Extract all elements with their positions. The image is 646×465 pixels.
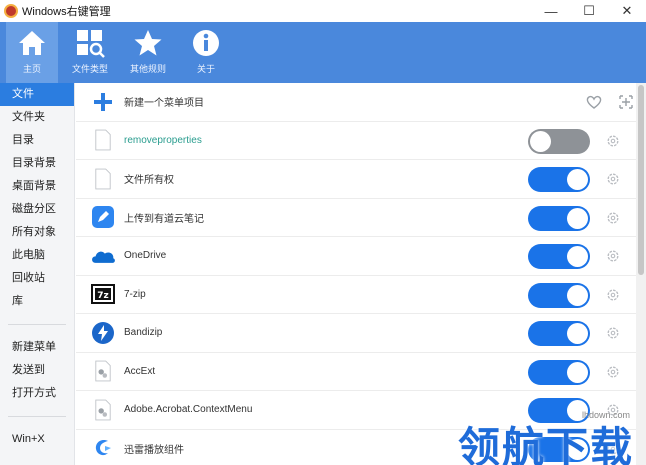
toggle-knob <box>567 207 588 229</box>
enable-toggle[interactable] <box>528 128 590 154</box>
favorite-add-icon[interactable] <box>585 93 603 111</box>
gear-icon[interactable] <box>606 326 620 340</box>
list-item-name: removeproperties <box>124 134 202 146</box>
star-icon <box>134 30 162 56</box>
close-button[interactable]: ✕ <box>608 0 646 22</box>
7zip-icon: 7z <box>90 281 116 307</box>
scrollbar-thumb[interactable] <box>638 85 644 275</box>
sidebar-item-open-with[interactable]: 打开方式 <box>0 382 74 405</box>
list-item[interactable]: Bandizip <box>76 314 636 353</box>
sidebar-item-drive[interactable]: 磁盘分区 <box>0 198 74 221</box>
maximize-button[interactable]: ☐ <box>570 0 608 22</box>
window-controls: — ☐ ✕ <box>532 0 646 22</box>
enable-toggle[interactable] <box>528 205 590 231</box>
sidebar-divider <box>8 416 66 417</box>
new-item-row[interactable]: 新建一个菜单项目 <box>76 83 636 122</box>
tab-about-label: 关于 <box>196 64 215 74</box>
list-item[interactable]: 7z 7-zip <box>76 276 636 314</box>
title-bar: Windows右键管理 — ☐ ✕ <box>0 0 646 22</box>
gear-icon[interactable] <box>606 172 620 186</box>
toggle-knob <box>567 323 588 344</box>
sidebar-item-this-pc[interactable]: 此电脑 <box>0 244 74 267</box>
minimize-button[interactable]: — <box>532 0 570 22</box>
watermark: lhdown.com 领航下载 <box>458 410 638 465</box>
gear-icon[interactable] <box>606 249 620 263</box>
sidebar-item-library[interactable]: 库 <box>0 290 74 313</box>
list-item[interactable]: OneDrive <box>76 237 636 276</box>
list-item-name: 迅雷播放组件 <box>124 444 184 456</box>
blank-file-icon <box>90 127 116 153</box>
sidebar-item-directory[interactable]: 目录 <box>0 129 74 152</box>
tab-other-rules-label: 其他规则 <box>129 64 166 74</box>
plus-icon <box>90 89 116 115</box>
list-item[interactable]: AccExt <box>76 353 636 391</box>
file-type-icon <box>77 30 105 58</box>
enable-toggle[interactable] <box>528 167 590 192</box>
gear-icon[interactable] <box>606 288 620 302</box>
toggle-knob <box>530 130 551 152</box>
menu-item-list: 新建一个菜单项目 removeproperties 文件所有权 上传到有道云笔记… <box>76 83 636 465</box>
youdao-note-icon <box>90 204 116 230</box>
enable-toggle[interactable] <box>528 244 590 269</box>
vertical-scrollbar[interactable] <box>636 83 646 465</box>
header-actions <box>571 93 635 111</box>
tab-file-types-label: 文件类型 <box>71 64 108 74</box>
sidebar-item-folder[interactable]: 文件夹 <box>0 106 74 129</box>
tab-file-types[interactable]: 文件类型 <box>64 22 116 83</box>
add-item-icon[interactable] <box>617 93 635 111</box>
list-item-name: OneDrive <box>124 250 167 262</box>
tab-home[interactable]: 主页 <box>6 22 58 83</box>
sidebar: 文件 文件夹 目录 目录背景 桌面背景 磁盘分区 所有对象 此电脑 回收站 库 … <box>0 83 75 465</box>
gear-icon[interactable] <box>606 365 620 379</box>
onedrive-icon <box>90 243 116 269</box>
sidebar-item-directory-background[interactable]: 目录背景 <box>0 152 74 175</box>
xunlei-icon <box>90 435 116 461</box>
enable-toggle[interactable] <box>528 282 590 308</box>
list-item-name: 上传到有道云笔记 <box>124 213 204 225</box>
app-logo-icon <box>4 4 18 18</box>
new-item-label: 新建一个菜单项目 <box>124 98 204 110</box>
blank-file-icon <box>90 166 116 192</box>
list-item[interactable]: 文件所有权 <box>76 160 636 199</box>
list-item-name: AccExt <box>124 365 156 377</box>
toggle-knob <box>567 246 588 267</box>
list-item-name: 7-zip <box>124 288 146 300</box>
enable-toggle[interactable] <box>528 321 590 346</box>
gear-file-icon <box>90 358 116 384</box>
gear-file-icon <box>90 397 116 423</box>
sidebar-item-all-objects[interactable]: 所有对象 <box>0 221 74 244</box>
list-item-name: Adobe.Acrobat.ContextMenu <box>124 404 253 416</box>
sidebar-divider <box>8 324 66 325</box>
sidebar-item-send-to[interactable]: 发送到 <box>0 359 74 382</box>
svg-text:7z: 7z <box>97 291 109 301</box>
tab-other-rules[interactable]: 其他规则 <box>122 22 174 83</box>
toggle-knob <box>567 169 588 190</box>
info-icon <box>193 30 219 56</box>
sidebar-item-desktop-background[interactable]: 桌面背景 <box>0 175 74 198</box>
sidebar-item-new-menu[interactable]: 新建菜单 <box>0 336 74 359</box>
list-item-name: 文件所有权 <box>124 175 174 187</box>
bandizip-icon <box>90 320 116 346</box>
main-toolbar: 主页 文件类型 其他规则 关于 <box>0 22 646 83</box>
list-item-name: Bandizip <box>124 327 163 339</box>
gear-icon[interactable] <box>606 134 620 148</box>
tab-home-label: 主页 <box>22 64 41 74</box>
sidebar-item-file[interactable]: 文件 <box>0 83 74 106</box>
enable-toggle[interactable] <box>528 359 590 385</box>
list-item[interactable]: removeproperties <box>76 122 636 160</box>
toggle-knob <box>567 284 588 306</box>
list-item[interactable]: 上传到有道云笔记 <box>76 199 636 237</box>
watermark-text: 领航下载 <box>458 424 635 465</box>
sidebar-item-win-x[interactable]: Win+X <box>0 428 74 451</box>
tab-about[interactable]: 关于 <box>180 22 232 83</box>
window-title: Windows右键管理 <box>22 6 111 18</box>
gear-icon[interactable] <box>606 211 620 225</box>
toggle-knob <box>567 361 588 383</box>
sidebar-item-recycle-bin[interactable]: 回收站 <box>0 267 74 290</box>
home-icon <box>19 31 45 55</box>
